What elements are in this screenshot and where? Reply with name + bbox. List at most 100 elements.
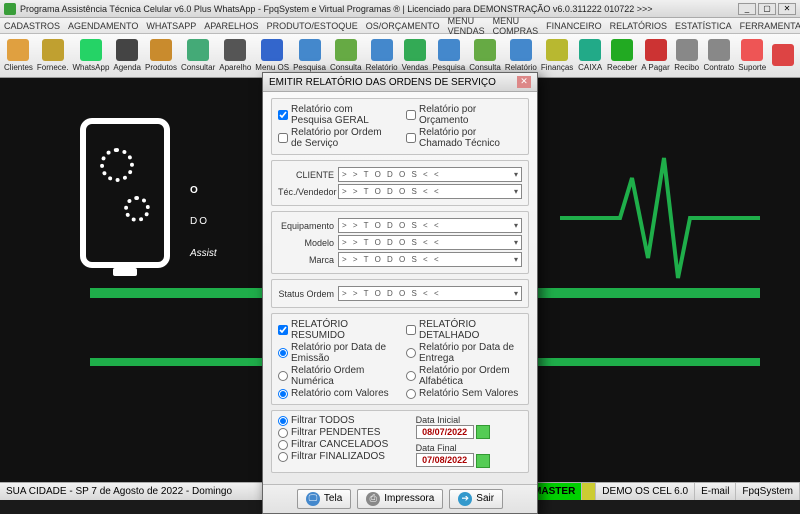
toolbar-finanas[interactable]: Finanças [540, 36, 574, 76]
toolbar-relatrio[interactable]: Relatório [504, 36, 538, 76]
toolbar-consulta[interactable]: Consulta [329, 36, 363, 76]
toolbar-consultar[interactable]: Consultar [180, 36, 216, 76]
btn-tela[interactable]: 🖵Tela [297, 489, 351, 509]
toolbar-consulta[interactable]: Consulta [468, 36, 502, 76]
rad-ordem-alfabetica[interactable]: Relatório por Ordem Alfabética [406, 365, 522, 387]
rad-com-valores[interactable]: Relatório com Valores [278, 388, 394, 399]
toolbar-icon [645, 39, 667, 61]
toolbar-label: Aparelho [219, 63, 251, 72]
btn-sair[interactable]: ➔Sair [449, 489, 503, 509]
chk-chamado-tecnico[interactable]: Relatório por Chamado Técnico [406, 127, 522, 149]
toolbar-agenda[interactable]: Agenda [112, 36, 142, 76]
toolbar-recibo[interactable]: Recibo [673, 36, 701, 76]
input-data-final[interactable]: 07/08/2022 [416, 453, 474, 467]
chk-orcamento[interactable]: Relatório por Orçamento [406, 104, 522, 126]
menu-whatsapp[interactable]: WHATSAPP [146, 21, 196, 31]
toolbar-receber[interactable]: Receber [606, 36, 638, 76]
toolbar-icon [741, 39, 763, 61]
menu-os-orcamento[interactable]: OS/ORÇAMENTO [366, 21, 440, 31]
toolbar-icon [579, 39, 601, 61]
toolbar-vendas[interactable]: Vendas [401, 36, 430, 76]
menu-ferramentas[interactable]: FERRAMENTAS [740, 21, 800, 31]
status-email[interactable]: E-mail [695, 483, 736, 500]
toolbar-icon [371, 39, 393, 61]
label-status: Status Ordem [278, 289, 338, 299]
label-cliente: CLIENTE [278, 170, 338, 180]
minimize-button[interactable]: _ [738, 3, 756, 15]
toolbar-menuos[interactable]: Menu OS [254, 36, 290, 76]
rad-ordem-numerica[interactable]: Relatório Ordem Numérica [278, 365, 394, 387]
status-yellow-indicator [582, 483, 596, 500]
toolbar-icon [261, 39, 283, 61]
toolbar-clientes[interactable]: Clientes [3, 36, 34, 76]
toolbar-label: CAIXA [578, 63, 602, 72]
btn-impressora[interactable]: ⎙Impressora [357, 489, 443, 509]
toolbar-label: Produtos [145, 63, 177, 72]
menu-produto-estoque[interactable]: PRODUTO/ESTOQUE [267, 21, 358, 31]
menu-vendas[interactable]: MENU VENDAS [448, 16, 485, 36]
rad-filtrar-cancelados[interactable]: Filtrar CANCELADOS [278, 439, 406, 450]
combo-marca[interactable]: > > T O D O S < < [338, 252, 522, 267]
rad-sem-valores[interactable]: Relatório Sem Valores [406, 388, 522, 399]
combo-status[interactable]: > > T O D O S < < [338, 286, 522, 301]
toolbar-label: Pesquisa [432, 63, 465, 72]
label-data-final: Data Final [416, 443, 522, 453]
chk-ordem-servico[interactable]: Relatório por Ordem de Serviço [278, 127, 394, 149]
toolbar-apagar[interactable]: A Pagar [640, 36, 670, 76]
toolbar-icon [611, 39, 633, 61]
menu-agendamento[interactable]: AGENDAMENTO [68, 21, 138, 31]
toolbar-aparelho[interactable]: Aparelho [218, 36, 252, 76]
menu-financeiro[interactable]: FINANCEIRO [546, 21, 602, 31]
toolbar-icon [299, 39, 321, 61]
toolbar-icon [224, 39, 246, 61]
menu-cadastros[interactable]: CADASTROS [4, 21, 60, 31]
toolbar-suporte[interactable]: Suporte [737, 36, 767, 76]
status-fpq[interactable]: FpqSystem [736, 483, 800, 500]
combo-tecnico[interactable]: > > T O D O S < < [338, 184, 522, 199]
close-button[interactable]: ✕ [778, 3, 796, 15]
toolbar-icon [708, 39, 730, 61]
chk-pesquisa-geral[interactable]: Relatório com Pesquisa GERAL [278, 104, 394, 126]
screen-icon: 🖵 [306, 492, 320, 506]
menu-relatorios[interactable]: RELATÓRIOS [610, 21, 667, 31]
toolbar-pesquisa[interactable]: Pesquisa [431, 36, 466, 76]
toolbar-fornece[interactable]: Fornece. [36, 36, 70, 76]
menu-estatistica[interactable]: ESTATÍSTICA [675, 21, 732, 31]
rad-data-entrega[interactable]: Relatório por Data de Entrega [406, 342, 522, 364]
label-data-inicial: Data Inicial [416, 415, 522, 425]
toolbar-contrato[interactable]: Contrato [703, 36, 736, 76]
toolbar-icon [187, 39, 209, 61]
chk-resumido[interactable]: RELATÓRIO RESUMIDO [278, 319, 394, 341]
toolbar-icon [42, 39, 64, 61]
toolbar-label: Finanças [541, 63, 573, 72]
menu-compras[interactable]: MENU COMPRAS [493, 16, 539, 36]
toolbar-produtos[interactable]: Produtos [144, 36, 178, 76]
toolbar-exit[interactable] [769, 36, 797, 76]
calendar-button-final[interactable] [476, 454, 490, 468]
combo-cliente[interactable]: > > T O D O S < < [338, 167, 522, 182]
toolbar-icon [438, 39, 460, 61]
combo-modelo[interactable]: > > T O D O S < < [338, 235, 522, 250]
rad-filtrar-finalizados[interactable]: Filtrar FINALIZADOS [278, 451, 406, 462]
toolbar-pesquisa[interactable]: Pesquisa [292, 36, 327, 76]
input-data-inicial[interactable]: 08/07/2022 [416, 425, 474, 439]
printer-icon: ⎙ [366, 492, 380, 506]
dialog-close-button[interactable]: ✕ [517, 76, 531, 88]
chk-detalhado[interactable]: RELATÓRIO DETALHADO [406, 319, 522, 341]
background-logo [80, 118, 170, 268]
rad-filtrar-pendentes[interactable]: Filtrar PENDENTES [278, 427, 406, 438]
rad-filtrar-todos[interactable]: Filtrar TODOS [278, 415, 406, 426]
toolbar-label: Menu OS [255, 63, 289, 72]
menu-aparelhos[interactable]: APARELHOS [204, 21, 258, 31]
report-dialog: EMITIR RELATÓRIO DAS ORDENS DE SERVIÇO ✕… [262, 72, 538, 514]
window-title: Programa Assistência Técnica Celular v6.… [20, 4, 738, 14]
toolbar-relatrio[interactable]: Relatório [365, 36, 399, 76]
calendar-button-inicial[interactable] [476, 425, 490, 439]
toolbar-caixa[interactable]: CAIXA [576, 36, 604, 76]
combo-equipamento[interactable]: > > T O D O S < < [338, 218, 522, 233]
filter-group: Filtrar TODOS Filtrar PENDENTES Filtrar … [271, 410, 529, 473]
maximize-button[interactable]: ▢ [758, 3, 776, 15]
toolbar-whatsapp[interactable]: WhatsApp [71, 36, 110, 76]
toolbar-icon [676, 39, 698, 61]
rad-data-emissao[interactable]: Relatório por Data de Emissão [278, 342, 394, 364]
